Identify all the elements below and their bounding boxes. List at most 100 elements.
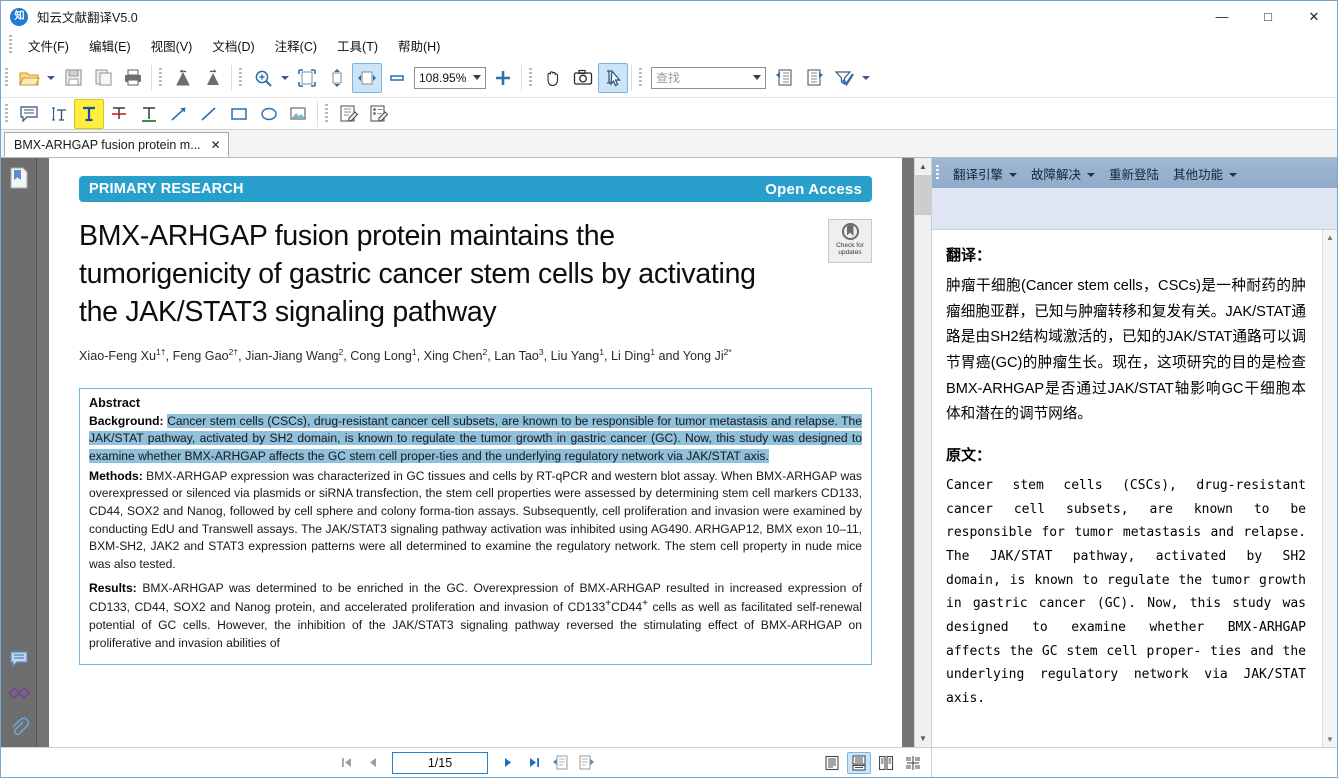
two-page-icon[interactable] — [874, 752, 898, 774]
troubleshoot-menu[interactable]: 故障解决 — [1024, 162, 1102, 185]
insert-page-before-icon[interactable] — [550, 753, 570, 773]
results-label: Results: — [89, 580, 137, 595]
open-dropdown-caret-icon[interactable] — [44, 63, 58, 93]
zoom-plus-icon[interactable] — [488, 63, 518, 93]
pdf-viewer[interactable]: PRIMARY RESEARCH Open Access BMX-ARHGAP … — [37, 158, 914, 747]
scroll-down-icon[interactable]: ▼ — [915, 730, 931, 747]
single-page-icon[interactable] — [820, 752, 844, 774]
search-chevron-down-icon[interactable] — [753, 75, 761, 80]
status-bar: 1/15 — [1, 747, 1337, 777]
strikethrough-icon[interactable] — [104, 99, 134, 129]
translation-heading: 翻译： — [946, 247, 992, 264]
zoom-in-icon[interactable] — [248, 63, 278, 93]
close-icon[interactable]: ✕ — [211, 138, 221, 152]
check-for-updates-badge[interactable]: Check for updates — [828, 219, 872, 263]
relogin-button[interactable]: 重新登陆 — [1102, 162, 1166, 185]
last-page-button[interactable] — [524, 753, 544, 773]
next-view-icon[interactable] — [799, 63, 829, 93]
filter-icon[interactable] — [829, 63, 859, 93]
other-functions-menu[interactable]: 其他功能 — [1166, 162, 1244, 185]
rotate-right-icon[interactable] — [198, 63, 228, 93]
two-page-continuous-icon[interactable] — [901, 752, 925, 774]
fit-width-icon[interactable] — [352, 62, 382, 93]
text-select-tool-icon[interactable] — [44, 99, 74, 129]
panel-grip-icon — [936, 165, 939, 181]
snapshot-icon[interactable] — [568, 63, 598, 93]
fit-height-icon[interactable] — [322, 63, 352, 93]
text-select-icon[interactable] — [598, 62, 628, 93]
first-page-button[interactable] — [336, 753, 356, 773]
layers-panel-icon[interactable] — [5, 679, 33, 707]
continuous-page-icon[interactable] — [847, 751, 871, 774]
menu-edit[interactable]: 编辑(E) — [79, 33, 141, 58]
menu-help[interactable]: 帮助(H) — [388, 33, 450, 58]
panel-scroll-down-icon[interactable]: ▼ — [1326, 732, 1334, 747]
annotation-toolbar — [1, 98, 1337, 130]
close-button[interactable]: ✕ — [1291, 1, 1337, 32]
annotation-separator — [317, 100, 318, 127]
save-icon[interactable] — [58, 63, 88, 93]
menu-file[interactable]: 文件(F) — [18, 33, 79, 58]
abstract-results[interactable]: Results: BMX-ARHGAP was determined to be… — [89, 580, 862, 653]
zoom-chevron-down-icon[interactable] — [473, 75, 481, 80]
menu-view[interactable]: 视图(V) — [141, 33, 203, 58]
menu-grip-icon — [9, 35, 12, 55]
zoom-out-icon[interactable] — [382, 63, 412, 93]
page-navigation: 1/15 — [1, 751, 931, 774]
results-text-2: CD44 — [611, 600, 643, 615]
viewer-scrollbar[interactable]: ▲ ▼ — [914, 158, 931, 747]
zoom-level-input[interactable]: 108.95% — [414, 66, 486, 89]
highlight-icon[interactable] — [74, 98, 104, 129]
abstract-methods[interactable]: Methods: BMX-ARHGAP expression was chara… — [89, 468, 862, 574]
scrollbar-thumb[interactable] — [915, 175, 931, 215]
translation-text-area[interactable]: 翻译： 肿瘤干细胞(Cancer stem cells，CSCs)是一种耐药的肿… — [932, 230, 1322, 747]
attachment-panel-icon[interactable] — [5, 713, 33, 741]
edit-object-icon[interactable] — [364, 99, 394, 129]
menu-document[interactable]: 文档(D) — [202, 33, 264, 58]
translation-scrollbar[interactable]: ▲ ▼ — [1322, 230, 1337, 747]
search-input[interactable]: 查找 — [651, 66, 766, 89]
minimize-button[interactable]: — — [1199, 1, 1245, 32]
sidebar-rail-bottom — [1, 639, 36, 741]
ellipse-icon[interactable] — [254, 99, 284, 129]
bookmark-panel-icon[interactable] — [5, 164, 33, 192]
open-icon[interactable] — [14, 63, 44, 93]
arrow-icon[interactable] — [164, 99, 194, 129]
title-bar: 知 知云文献翻译V5.0 — □ ✕ — [1, 1, 1337, 32]
menu-annotation[interactable]: 注释(C) — [265, 33, 327, 58]
copy-icon[interactable] — [88, 63, 118, 93]
background-label: Background: — [89, 413, 164, 428]
edit-text-icon[interactable] — [334, 99, 364, 129]
menu-tools[interactable]: 工具(T) — [327, 33, 388, 58]
translate-engine-menu[interactable]: 翻译引擎 — [946, 162, 1024, 185]
zoom-dropdown-caret-icon[interactable] — [278, 63, 292, 93]
comment-panel-icon[interactable] — [5, 645, 33, 673]
methods-text: BMX-ARHGAP expression was characterized … — [89, 468, 862, 571]
print-icon[interactable] — [118, 63, 148, 93]
next-page-button[interactable] — [498, 753, 518, 773]
page-number-input[interactable]: 1/15 — [392, 751, 488, 774]
abstract-box: Abstract Background: Cancer stem cells (… — [79, 387, 872, 666]
insert-page-after-icon[interactable] — [576, 753, 596, 773]
translation-body: 肿瘤干细胞(Cancer stem cells，CSCs)是一种耐药的肿瘤细胞亚… — [946, 278, 1306, 423]
troubleshoot-label: 故障解决 — [1031, 167, 1082, 182]
maximize-button[interactable]: □ — [1245, 1, 1291, 32]
fit-page-icon[interactable] — [292, 63, 322, 93]
hand-tool-icon[interactable] — [538, 63, 568, 93]
stamp-icon[interactable] — [284, 99, 314, 129]
abstract-background[interactable]: Background: Cancer stem cells (CSCs), dr… — [89, 413, 862, 466]
document-tab[interactable]: BMX-ARHGAP fusion protein m... ✕ — [4, 132, 229, 157]
line-icon[interactable] — [194, 99, 224, 129]
sticky-note-icon[interactable] — [14, 99, 44, 129]
annotation-grip-icon-2 — [325, 103, 328, 124]
scroll-up-icon[interactable]: ▲ — [915, 158, 931, 175]
rotate-left-icon[interactable] — [168, 63, 198, 93]
main-toolbar: 108.95% 查找 — [1, 58, 1337, 98]
panel-scroll-up-icon[interactable]: ▲ — [1326, 230, 1334, 245]
rectangle-icon[interactable] — [224, 99, 254, 129]
underline-icon[interactable] — [134, 99, 164, 129]
source-heading: 原文： — [946, 447, 992, 465]
prev-page-button[interactable] — [362, 753, 382, 773]
prev-view-icon[interactable] — [769, 63, 799, 93]
filter-dropdown-caret-icon[interactable] — [859, 63, 873, 93]
